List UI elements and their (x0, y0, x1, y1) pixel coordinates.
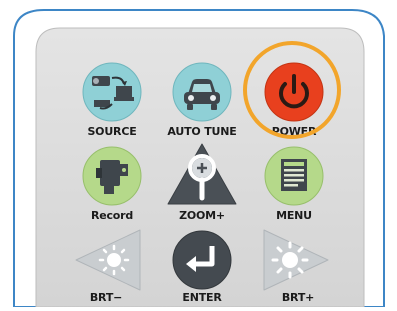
record-label: Record (90, 209, 134, 222)
menu-button[interactable] (264, 146, 324, 206)
auto-tune-button[interactable] (172, 62, 232, 122)
magnifier-plus-icon (167, 143, 237, 205)
brt-minus-button[interactable] (70, 228, 142, 292)
source-button[interactable] (82, 62, 142, 122)
brt-plus-label: BRT+ (281, 291, 315, 304)
car-icon (172, 62, 232, 122)
enter-return-icon (172, 230, 232, 290)
menu-label: MENU (276, 209, 312, 222)
zoom-plus-button[interactable] (166, 142, 238, 206)
power-highlight-ring (243, 41, 341, 139)
auto-tune-label: AUTO TUNE (167, 125, 237, 138)
brightness-up-icon (263, 229, 329, 291)
brightness-down-icon (75, 229, 141, 291)
brt-minus-label: BRT− (89, 291, 123, 304)
camcorder-icon (82, 146, 142, 206)
brt-plus-button[interactable] (262, 228, 334, 292)
zoom-plus-label: ZOOM+ (179, 209, 225, 222)
source-label: SOURCE (87, 125, 137, 138)
source-devices-icon (82, 62, 142, 122)
enter-button[interactable] (172, 230, 232, 290)
menu-document-icon (264, 146, 324, 206)
enter-label: ENTER (182, 291, 222, 304)
record-button[interactable] (82, 146, 142, 206)
